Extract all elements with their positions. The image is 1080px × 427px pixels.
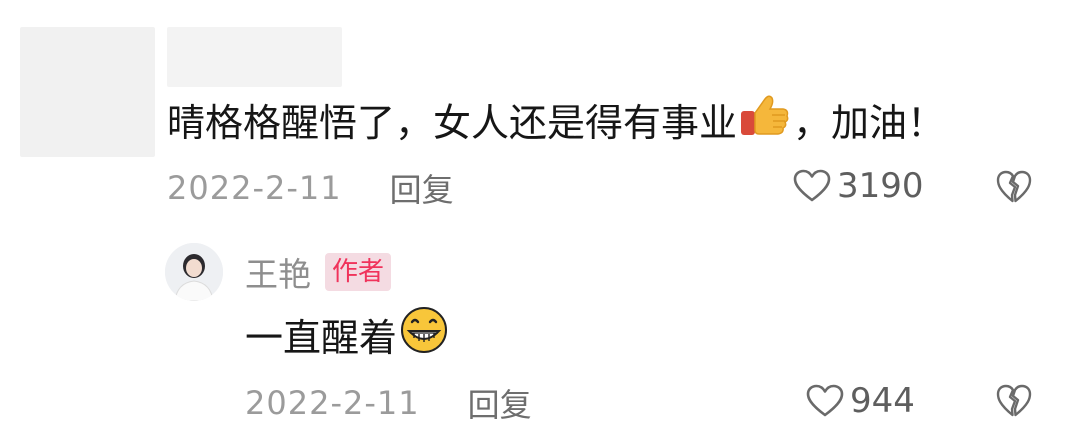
comment-like-button[interactable]: 3190	[793, 166, 924, 206]
reply-meta: 2022-2-11 回复	[245, 380, 532, 426]
reply-dislike-button[interactable]	[996, 384, 1032, 422]
reply-reply-button[interactable]: 回复	[468, 380, 532, 426]
reply-like-count: 944	[850, 381, 915, 421]
comment-like-count: 3190	[837, 166, 924, 206]
author-header: 王艳 作者	[245, 248, 392, 296]
reply-like-button[interactable]: 944	[806, 381, 915, 421]
thumbs-up-icon	[739, 93, 791, 152]
comment-meta: 2022-2-11 回复	[167, 165, 454, 211]
broken-heart-icon	[996, 170, 1032, 204]
comment-text-part2: ，加油！	[793, 100, 946, 145]
comment-body: 晴格格醒悟了，女人还是得有事业 ，加油！	[167, 93, 945, 152]
blurred-username[interactable]	[167, 27, 342, 87]
author-badge: 作者	[325, 253, 392, 291]
grinning-icon	[399, 305, 449, 370]
reply-text: 一直醒着	[245, 315, 398, 360]
broken-heart-icon	[996, 384, 1032, 418]
heart-outline-icon	[793, 169, 831, 203]
heart-outline-icon	[806, 384, 844, 418]
blurred-avatar[interactable]	[20, 27, 155, 157]
comment-dislike-button[interactable]	[996, 170, 1032, 208]
comment-reply-button[interactable]: 回复	[390, 165, 454, 211]
reply-date: 2022-2-11	[245, 384, 420, 422]
author-avatar[interactable]	[165, 243, 223, 301]
author-name[interactable]: 王艳	[245, 248, 311, 296]
comment-date: 2022-2-11	[167, 169, 342, 207]
comment-thread: 晴格格醒悟了，女人还是得有事业 ，加油！ 2022-2-11 回复 3190 王…	[0, 0, 1080, 427]
comment-text-part1: 晴格格醒悟了，女人还是得有事业	[167, 100, 738, 145]
reply-body: 一直醒着	[245, 305, 451, 370]
